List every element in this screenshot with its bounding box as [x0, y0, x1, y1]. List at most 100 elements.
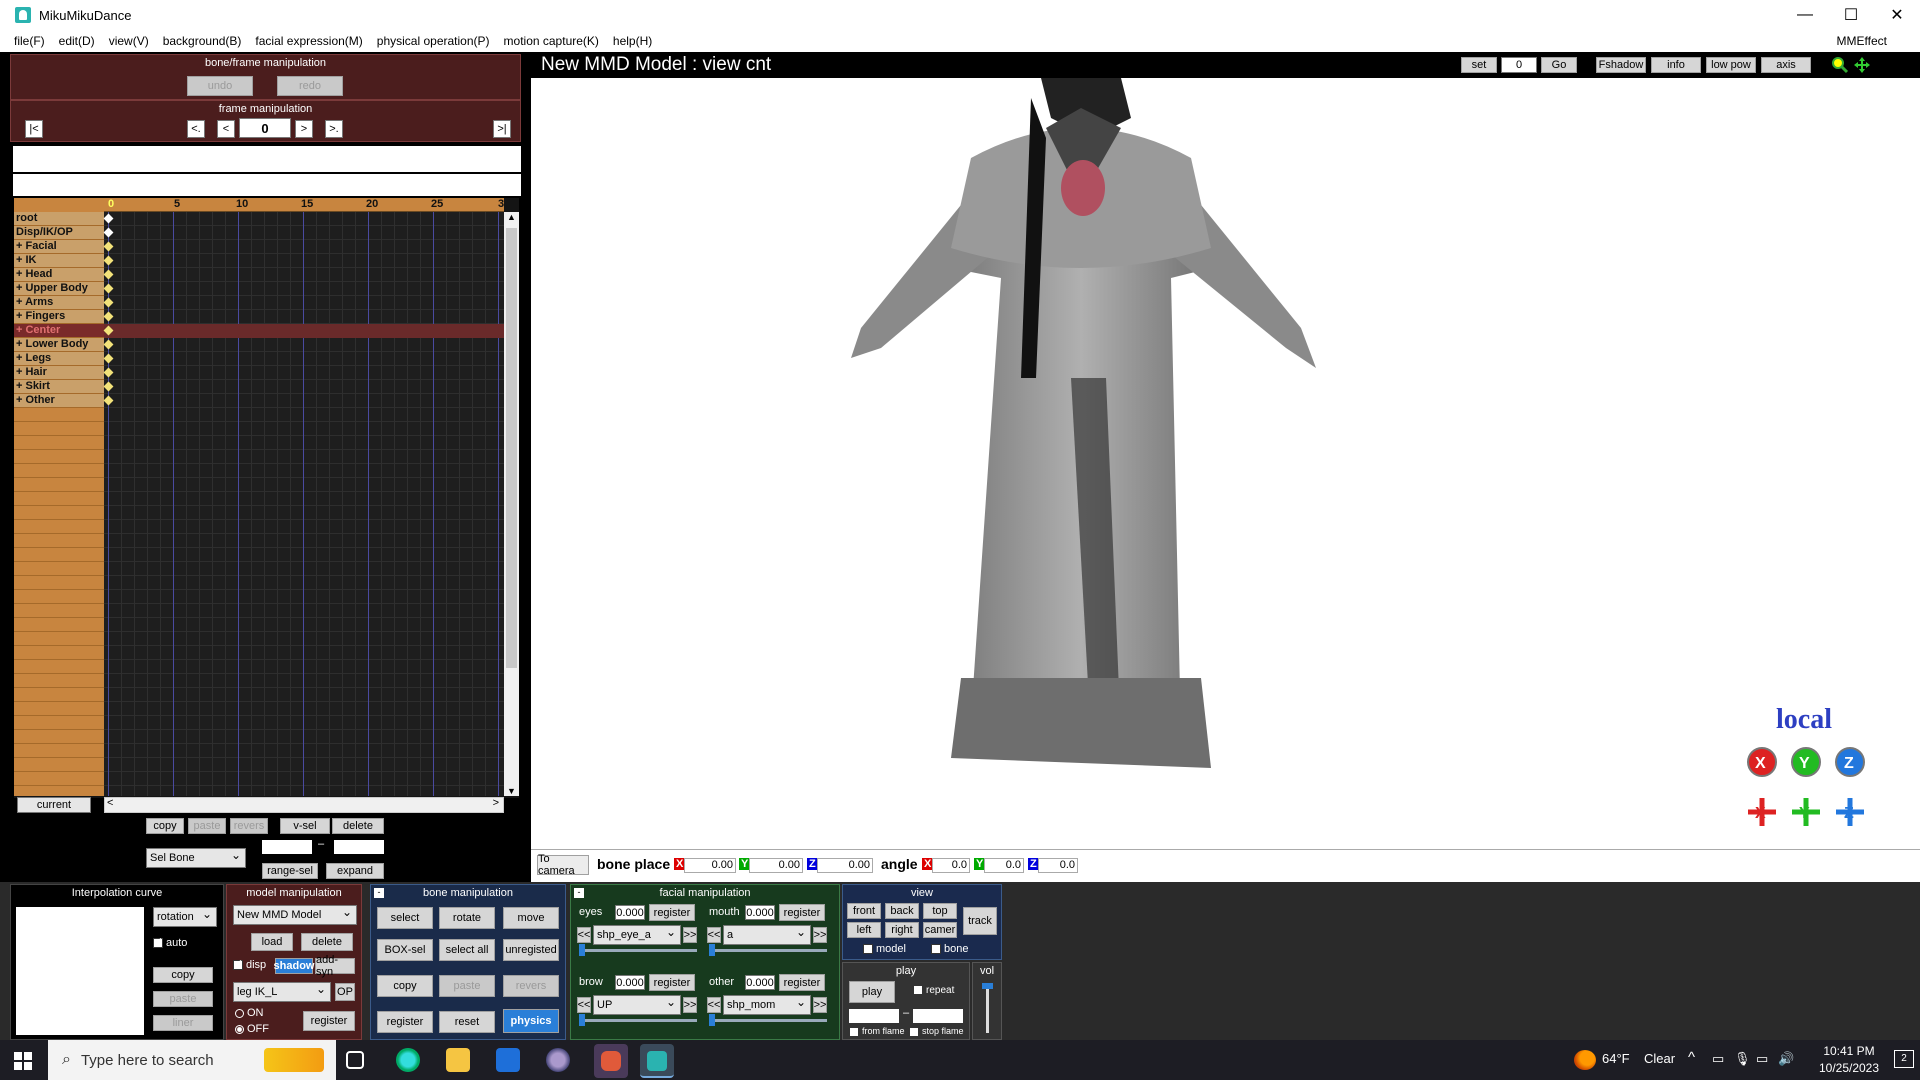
bone-reset-button[interactable]: reset	[439, 1011, 495, 1033]
bone-track-label[interactable]: + Facial	[14, 240, 104, 254]
bone-track-label[interactable]: + Skirt	[14, 380, 104, 394]
mouth-register-button[interactable]: register	[779, 904, 825, 921]
go-button[interactable]: Go	[1541, 57, 1577, 73]
other-next-button[interactable]: >>	[813, 997, 827, 1013]
notification-icon[interactable]: 2	[1894, 1050, 1914, 1068]
goto-frame-input[interactable]: 0	[1501, 57, 1537, 73]
box-sel-button[interactable]: BOX-sel	[377, 939, 433, 961]
select-all-button[interactable]: select all	[439, 939, 495, 961]
on-radio[interactable]: ON	[235, 1007, 264, 1019]
keyframe-marker[interactable]	[103, 297, 114, 308]
move-view-icon[interactable]	[1853, 56, 1871, 74]
repeat-checkbox[interactable]: repeat	[913, 985, 954, 996]
view-front-button[interactable]: front	[847, 903, 881, 919]
bone-select-dropdown[interactable]: leg IK_L	[233, 980, 331, 1002]
bone-register-button[interactable]: register	[377, 1011, 433, 1033]
bone-track-label[interactable]: + Legs	[14, 352, 104, 366]
keyframe-grid[interactable]	[103, 212, 504, 796]
pos-z-input[interactable]: 0.00	[817, 858, 873, 873]
interp-copy-button[interactable]: copy	[153, 967, 213, 983]
volume-icon[interactable]: 🔊	[1778, 1051, 1794, 1067]
keyframe-marker[interactable]	[103, 213, 114, 224]
edge-browser-icon[interactable]	[396, 1048, 420, 1072]
keyframe-marker[interactable]	[103, 353, 114, 364]
play-from-input[interactable]	[849, 1009, 899, 1023]
bone-track-label[interactable]: Disp/IK/OP	[14, 226, 104, 240]
range-start-input[interactable]	[262, 840, 312, 854]
view-track-button[interactable]: track	[963, 907, 997, 935]
3d-viewport[interactable]: New MMD Model : view cnt set 0 Go Fshado…	[531, 52, 1920, 882]
op-button[interactable]: OP	[335, 983, 355, 1001]
eyes-next-button[interactable]: >>	[683, 927, 697, 943]
menu-help[interactable]: help(H)	[606, 34, 659, 48]
disp-checkbox[interactable]: disp	[233, 957, 266, 971]
brow-next-button[interactable]: >>	[683, 997, 697, 1013]
stop-flame-checkbox[interactable]: stop flame	[909, 1026, 964, 1037]
bone-track-label[interactable]: + Upper Body	[14, 282, 104, 296]
model-delete-button[interactable]: delete	[301, 933, 353, 951]
interp-paste-button[interactable]: paste	[153, 991, 213, 1007]
angle-y-input[interactable]: 0.0	[984, 858, 1024, 873]
keyframe-marker[interactable]	[103, 283, 114, 294]
clock-time[interactable]: 10:41 PM	[1808, 1044, 1890, 1058]
info-button[interactable]: info	[1651, 57, 1701, 73]
keyframe-marker[interactable]	[103, 255, 114, 266]
network-icon[interactable]: ▭	[1756, 1051, 1768, 1067]
eyes-morph-dropdown[interactable]: shp_eye_a	[593, 923, 681, 945]
volume-slider[interactable]	[982, 983, 993, 1033]
other-value-input[interactable]: 0.000	[745, 975, 775, 990]
expand-button[interactable]: expand	[326, 863, 384, 879]
frame-number-input[interactable]: 0	[239, 118, 291, 138]
frame-ruler[interactable]: 0 5 10 15 20 25 3	[104, 198, 504, 212]
brow-value-input[interactable]: 0.000	[615, 975, 645, 990]
timeline-paste-button[interactable]: paste	[188, 818, 226, 834]
task-view-icon[interactable]	[346, 1051, 364, 1069]
angle-x-input[interactable]: 0.0	[932, 858, 970, 873]
other-prev-button[interactable]: <<	[707, 997, 721, 1013]
keyframe-marker[interactable]	[103, 367, 114, 378]
weather-temperature[interactable]: 64°F	[1602, 1051, 1630, 1066]
view-model-checkbox[interactable]: model	[863, 943, 906, 955]
interpolation-type-dropdown[interactable]: rotation	[153, 905, 217, 927]
keyframe-marker[interactable]	[103, 227, 114, 238]
axis-gizmo[interactable]: X Y Z X Y Z	[1744, 744, 1874, 834]
maximize-button[interactable]: ☐	[1828, 0, 1874, 30]
timeline-revers-button[interactable]: revers	[230, 818, 268, 834]
set-frame-button[interactable]: set	[1461, 57, 1497, 73]
menu-edit[interactable]: edit(D)	[52, 34, 102, 48]
range-sel-button[interactable]: range-sel	[262, 863, 318, 879]
to-camera-button[interactable]: To camera	[537, 853, 589, 877]
shadow-button[interactable]: shadow	[274, 958, 314, 974]
low-power-button[interactable]: low pow	[1706, 57, 1756, 73]
view-bone-checkbox[interactable]: bone	[931, 943, 968, 955]
view-left-button[interactable]: left	[847, 922, 881, 938]
brow-morph-dropdown[interactable]: UP	[593, 993, 681, 1015]
app-icon-browser[interactable]	[546, 1048, 570, 1072]
bone-revers-button[interactable]: revers	[503, 975, 559, 997]
brow-prev-button[interactable]: <<	[577, 997, 591, 1013]
bone-paste-button[interactable]: paste	[439, 975, 495, 997]
interpolation-curve-canvas[interactable]	[16, 907, 144, 1035]
sel-bone-dropdown[interactable]: Sel Bone	[146, 846, 246, 868]
timeline-delete-button[interactable]: delete	[332, 818, 384, 834]
weather-icon[interactable]	[1574, 1050, 1596, 1070]
view-top-button[interactable]: top	[923, 903, 957, 919]
eyes-slider[interactable]	[579, 944, 697, 956]
timeline-horizontal-scrollbar[interactable]: < >	[104, 797, 504, 813]
add-syn-button[interactable]: add-syn	[315, 954, 355, 978]
bone-track-label[interactable]: + Other	[14, 394, 104, 408]
microphone-icon[interactable]: 🎙	[1734, 1051, 1751, 1067]
close-button[interactable]: ✕	[1874, 0, 1920, 30]
windows-start-icon[interactable]	[14, 1052, 32, 1070]
discord-icon[interactable]	[594, 1044, 628, 1078]
bone-track-label[interactable]: + Center	[14, 324, 104, 338]
bone-select-button[interactable]: select	[377, 907, 433, 929]
bone-track-label[interactable]: + Lower Body	[14, 338, 104, 352]
next-frame-button[interactable]: >	[295, 120, 313, 138]
timeline-copy-button[interactable]: copy	[146, 818, 184, 834]
view-camera-button[interactable]: camer	[923, 922, 957, 938]
auto-checkbox[interactable]: auto	[153, 935, 187, 949]
bone-track-label[interactable]: + Fingers	[14, 310, 104, 324]
physics-button[interactable]: physics	[503, 1009, 559, 1033]
meet-now-icon[interactable]: ▭	[1712, 1051, 1724, 1067]
